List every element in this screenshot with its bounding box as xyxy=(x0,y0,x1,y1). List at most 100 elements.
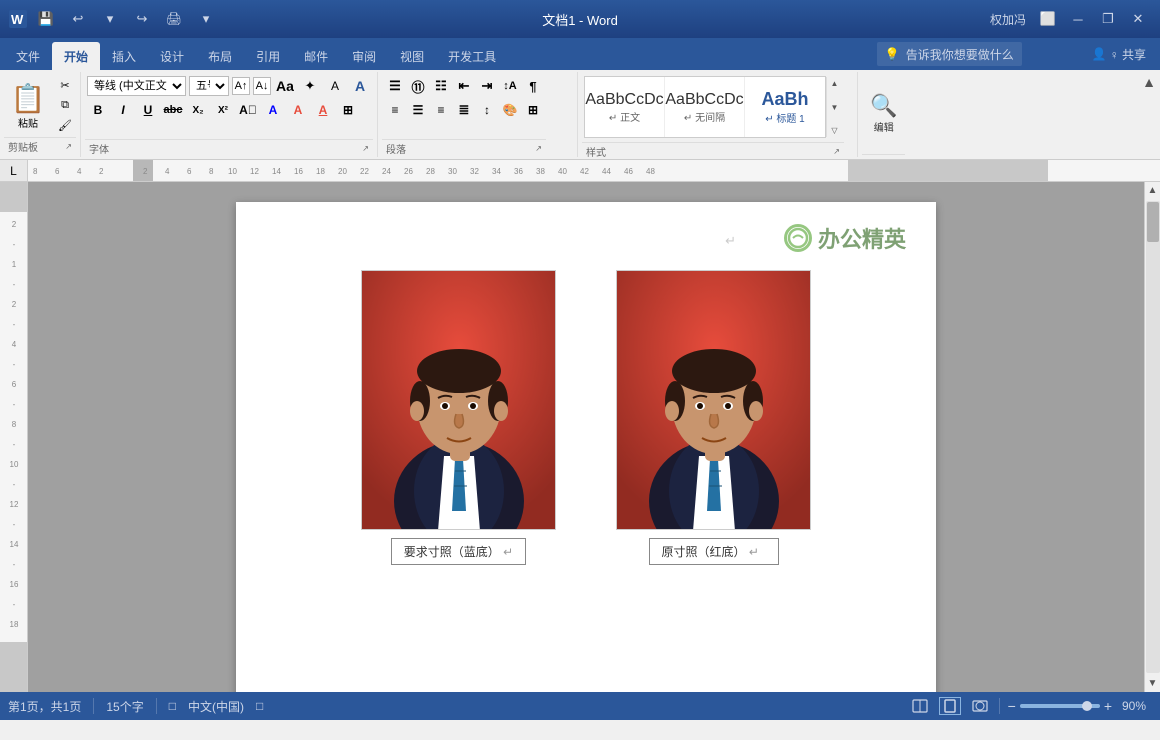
paragraph-label[interactable]: 段落 ↗ xyxy=(382,139,546,157)
font-color2-button[interactable]: A xyxy=(312,100,334,120)
superscript-button[interactable]: X² xyxy=(212,100,234,120)
read-view-button[interactable] xyxy=(909,697,931,715)
styles-scroll-down[interactable]: ▼ xyxy=(831,103,839,112)
user-account[interactable]: 权加冯 xyxy=(984,9,1032,30)
photo-right-frame xyxy=(616,270,811,530)
copy-button[interactable]: ⧉ xyxy=(54,97,76,115)
style-no-spacing[interactable]: AaBbCcDc ↵ 无间隔 xyxy=(665,77,745,137)
undo-dropdown[interactable]: ▾ xyxy=(96,8,124,30)
text-effect-button[interactable]: A⃞ xyxy=(237,100,259,120)
tab-layout[interactable]: 布局 xyxy=(196,42,244,70)
styles-scroll-up[interactable]: ▲ xyxy=(831,79,839,88)
strikethrough-button[interactable]: abc xyxy=(162,100,184,120)
scroll-track[interactable] xyxy=(1146,201,1160,673)
tab-review[interactable]: 审阅 xyxy=(340,42,388,70)
collapse-ribbon-button[interactable]: ▲ xyxy=(1142,74,1156,90)
underline-button[interactable]: U xyxy=(137,100,159,120)
close-button[interactable]: ✕ xyxy=(1124,8,1152,30)
tab-developer[interactable]: 开发工具 xyxy=(436,42,508,70)
show-formatting-button[interactable]: ¶ xyxy=(522,76,544,96)
photo-left-frame xyxy=(361,270,556,530)
share-button[interactable]: 👤 ♀ 共享 xyxy=(1082,42,1156,66)
svg-text:-: - xyxy=(13,240,16,249)
editing-label xyxy=(862,154,905,157)
tab-references[interactable]: 引用 xyxy=(244,42,292,70)
tab-insert[interactable]: 插入 xyxy=(100,42,148,70)
page-info[interactable]: 第1页，共1页 xyxy=(8,698,81,715)
ribbon-display-options[interactable]: ⬜ xyxy=(1034,8,1062,30)
restore-button[interactable]: ❐ xyxy=(1094,8,1122,30)
vertical-scrollbar[interactable]: ▲ ▼ xyxy=(1144,182,1160,692)
minimize-button[interactable]: ─ xyxy=(1064,8,1092,30)
save-button[interactable]: 💾 xyxy=(32,8,60,30)
shading-button[interactable]: 🎨 xyxy=(499,100,521,120)
scroll-thumb[interactable] xyxy=(1147,202,1159,242)
line-spacing-button[interactable]: ↕ xyxy=(476,100,498,120)
sort-button[interactable]: ↕A xyxy=(499,76,521,96)
text-color-button[interactable]: A xyxy=(262,100,284,120)
multilevel-list-button[interactable]: ☷ xyxy=(430,76,452,96)
font-size-decrease[interactable]: A↓ xyxy=(253,77,271,95)
align-center-button[interactable]: ☰ xyxy=(407,100,429,120)
photo-left-svg xyxy=(362,271,556,530)
paste-button[interactable]: 📋 粘贴 xyxy=(4,77,52,135)
tab-design[interactable]: 设计 xyxy=(148,42,196,70)
font-label[interactable]: 字体 ↗ xyxy=(85,139,373,157)
tab-file[interactable]: 文件 xyxy=(4,42,52,70)
redo-button[interactable]: ↪ xyxy=(128,8,156,30)
svg-text:-: - xyxy=(13,520,16,529)
tab-mailings[interactable]: 邮件 xyxy=(292,42,340,70)
customize-dropdown[interactable]: ▾ xyxy=(192,8,220,30)
svg-text:28: 28 xyxy=(426,167,435,176)
list-unordered-button[interactable]: ☰ xyxy=(384,76,406,96)
search-button[interactable]: 🔍 编辑 xyxy=(862,89,905,138)
increase-indent-button[interactable]: ⇥ xyxy=(476,76,498,96)
svg-text:38: 38 xyxy=(536,167,545,176)
font-size-increase[interactable]: A↑ xyxy=(232,77,250,95)
font-size-select[interactable]: 五号 xyxy=(189,76,229,96)
language[interactable]: 中文(中国) xyxy=(188,698,244,715)
print-layout-button[interactable] xyxy=(939,697,961,715)
subscript-button[interactable]: X₂ xyxy=(187,100,209,120)
zoom-bar[interactable] xyxy=(1020,704,1100,708)
clipboard-label[interactable]: 剪贴板 ↗ xyxy=(4,137,76,155)
style-normal[interactable]: AaBbCcDc ↵ 正文 xyxy=(585,77,665,137)
styles-label[interactable]: 样式 ↗ xyxy=(582,142,844,160)
document-area[interactable]: 办公精英 ↵ xyxy=(28,182,1144,692)
scroll-up-arrow[interactable]: ▲ xyxy=(1145,182,1160,199)
undo-button[interactable]: ↩ xyxy=(64,8,92,30)
zoom-plus-button[interactable]: + xyxy=(1104,698,1112,714)
customize-quick-access[interactable]: 🖨 xyxy=(160,8,188,30)
zoom-thumb[interactable] xyxy=(1082,701,1092,711)
align-right-button[interactable]: ≡ xyxy=(430,100,452,120)
borders-button[interactable]: ⊞ xyxy=(522,100,544,120)
highlight-color-button[interactable]: A xyxy=(287,100,309,120)
clear-format-button[interactable]: ✦ xyxy=(299,77,321,95)
italic-button[interactable]: I xyxy=(112,100,134,120)
tell-me-search[interactable]: 💡 告诉我你想要做什么 xyxy=(877,42,1022,66)
decrease-indent-button[interactable]: ⇤ xyxy=(453,76,475,96)
tab-home[interactable]: 开始 xyxy=(52,42,100,70)
font-group: 等线 (中文正文 五号 A↑ A↓ Aa ✦ A A B I U abc xyxy=(81,72,378,157)
tab-view[interactable]: 视图 xyxy=(388,42,436,70)
zoom-minus-button[interactable]: − xyxy=(1008,698,1016,714)
list-ordered-button[interactable]: ⑪ xyxy=(407,76,429,96)
word-count[interactable]: 15个字 xyxy=(106,698,143,715)
svg-text:-: - xyxy=(13,600,16,609)
bold-button[interactable]: B xyxy=(87,100,109,120)
ruler-corner: L xyxy=(0,160,28,182)
font-color-button[interactable]: A xyxy=(349,77,371,95)
format-painter-button[interactable]: 🖌 xyxy=(54,117,76,135)
align-left-button[interactable]: ≡ xyxy=(384,100,406,120)
web-layout-button[interactable] xyxy=(969,697,991,715)
scroll-down-arrow[interactable]: ▼ xyxy=(1145,675,1160,692)
style-heading1[interactable]: AaBh ↵ 标题 1 xyxy=(745,77,825,137)
cut-button[interactable]: ✂ xyxy=(54,77,76,95)
font-name-select[interactable]: 等线 (中文正文 xyxy=(87,76,186,96)
border-button[interactable]: ⊞ xyxy=(337,100,359,120)
text-highlight-button[interactable]: A xyxy=(324,77,346,95)
zoom-level[interactable]: 90% xyxy=(1116,699,1152,713)
change-case-button[interactable]: Aa xyxy=(274,77,296,95)
justify-button[interactable]: ≣ xyxy=(453,100,475,120)
styles-expand[interactable]: ▽ xyxy=(831,126,837,135)
